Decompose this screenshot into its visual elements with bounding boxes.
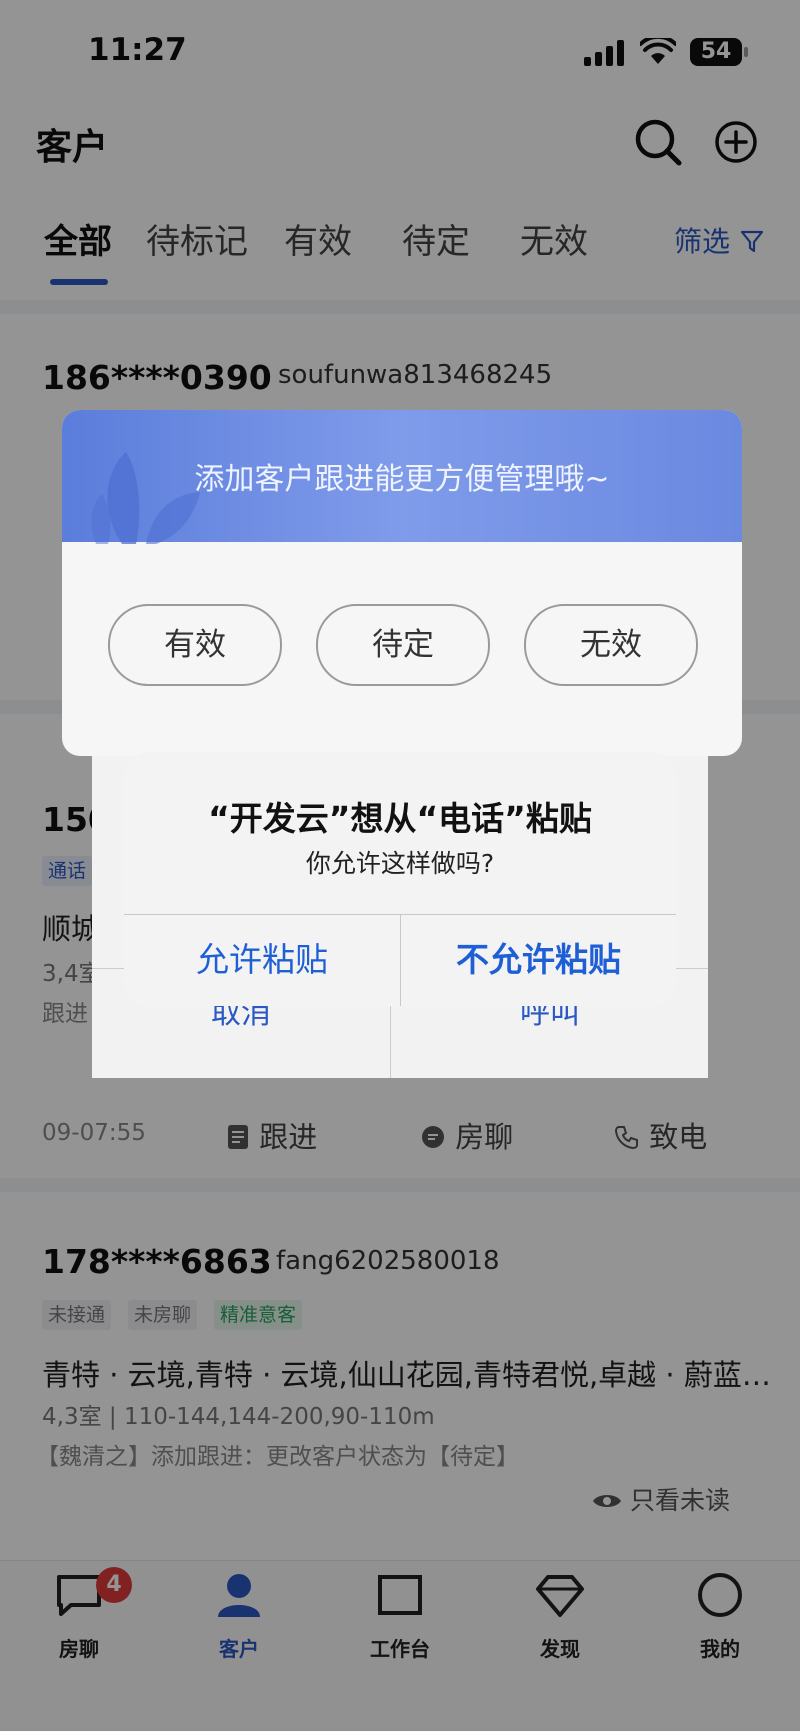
popup-title: 添加客户跟进能更方便管理哦~ (194, 462, 610, 497)
allow-paste-button[interactable]: 允许粘贴 (124, 914, 400, 1006)
popup-header: 添加客户跟进能更方便管理哦~ (62, 410, 742, 544)
alert-message: 你允许这样做吗? (305, 849, 495, 878)
status-option-pending[interactable]: 待定 (316, 604, 490, 686)
alert-title: “开发云”想从“电话”粘贴 (208, 799, 592, 838)
status-option-invalid[interactable]: 无效 (524, 604, 698, 686)
paste-permission-alert: “开发云”想从“电话”粘贴 你允许这样做吗? 允许粘贴 不允许粘贴 (124, 752, 676, 1006)
customer-status-popup: 添加客户跟进能更方便管理哦~ 有效 待定 无效 (62, 410, 742, 756)
status-option-valid[interactable]: 有效 (108, 604, 282, 686)
deny-paste-button[interactable]: 不允许粘贴 (401, 914, 676, 1006)
